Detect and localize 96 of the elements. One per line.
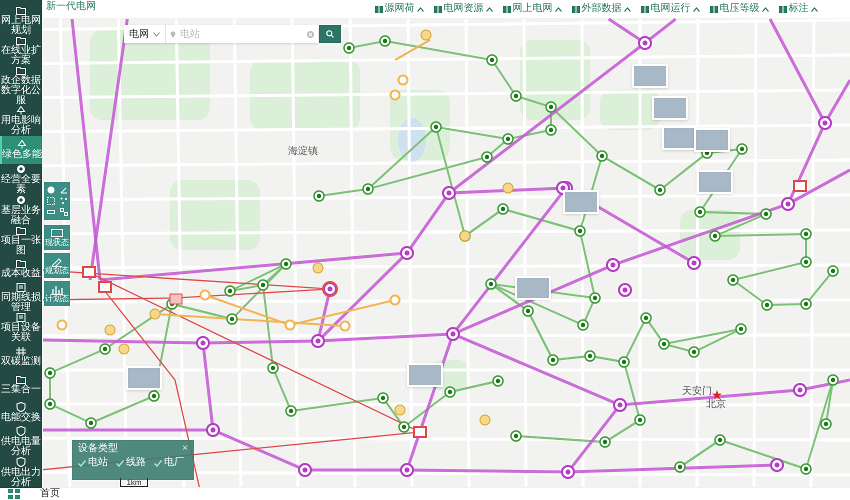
caret-icon (692, 6, 700, 12)
caret-icon (486, 6, 492, 12)
photo-placeholder[interactable] (632, 64, 668, 88)
book-icon (434, 6, 442, 12)
legend-checkbox[interactable]: 电站 (78, 458, 108, 468)
grid-icon[interactable] (8, 489, 20, 499)
sidebar-item[interactable]: 绿色多能 (0, 136, 42, 164)
photo-placeholder[interactable] (515, 276, 551, 300)
photo-placeholder[interactable] (407, 363, 443, 387)
scatter-icon[interactable] (60, 196, 68, 205)
caret-icon (416, 6, 424, 12)
photo-placeholder[interactable] (694, 128, 730, 152)
menu-button[interactable]: 电网资源 (434, 4, 492, 14)
photo-placeholder[interactable] (652, 96, 688, 120)
search-field[interactable]: 电站 (166, 25, 318, 43)
photo-placeholder[interactable] (697, 170, 733, 194)
book-icon (710, 6, 718, 12)
sidebar-item[interactable]: 供电出力分析 (0, 456, 42, 488)
menu-button[interactable]: 电压等级 (710, 4, 768, 14)
check-icon (154, 460, 162, 466)
sidebar-item[interactable]: 同期线损管理 (0, 283, 42, 314)
caret-icon (624, 6, 630, 12)
caret-icon (810, 6, 818, 12)
sidebar-item[interactable]: 经营全要素 (0, 164, 42, 195)
grid-icon[interactable] (60, 208, 68, 216)
list-icon (16, 283, 26, 292)
folder-icon (16, 374, 26, 384)
grid-icon (16, 346, 26, 356)
book-icon (374, 6, 382, 12)
caret-icon (554, 6, 562, 12)
legend-checkbox[interactable]: 线路 (116, 458, 146, 468)
book-icon (572, 6, 580, 12)
shield-icon (16, 402, 26, 412)
shield-icon (16, 456, 26, 467)
home-tab[interactable]: 首页 (40, 489, 60, 499)
list-icon (16, 313, 26, 322)
app-title: 新一代电网 (46, 2, 96, 12)
menu-button[interactable]: 网上电网 (502, 4, 562, 14)
check-icon (116, 460, 124, 466)
chevron-down-icon (153, 32, 160, 36)
tree-icon (16, 106, 26, 115)
sidebar-item[interactable]: 基层业务融合 (0, 194, 42, 226)
legend-checkbox[interactable]: 电厂 (154, 458, 184, 468)
map-label: 海淀镇 (288, 147, 318, 157)
legend-title: 设备类型 (78, 444, 118, 454)
book-icon (502, 6, 510, 12)
state-button[interactable]: 现状态 (44, 225, 70, 250)
pencil-icon (51, 256, 63, 266)
menu-button[interactable]: 标注 (778, 4, 818, 14)
sidebar-item[interactable]: 在线业扩方案 (0, 36, 42, 66)
sidebar-item[interactable]: 成本收益 (0, 256, 42, 284)
state-button[interactable]: 计划态 (44, 281, 70, 306)
menu-button[interactable]: 外部数据 (572, 4, 630, 14)
location-pin-icon (170, 30, 176, 38)
gear-icon (16, 194, 26, 205)
sidebar-item[interactable]: 项目设备关联 (0, 313, 42, 344)
caret-icon (762, 6, 768, 12)
sidebar-item[interactable]: 政企数据数字化公服 (0, 66, 42, 106)
folder-icon (16, 6, 26, 15)
pencil-icon[interactable] (60, 186, 68, 194)
sidebar-item[interactable]: 供电电量分析 (0, 426, 42, 457)
folder-icon (16, 259, 26, 268)
shield-icon (16, 426, 26, 436)
sidebar-item[interactable]: 三集合一 (0, 370, 42, 398)
tree-icon (17, 140, 27, 149)
state-button[interactable]: 规划态 (44, 253, 70, 278)
star-icon (712, 390, 722, 400)
photo-placeholder[interactable] (563, 190, 599, 214)
photo-placeholder[interactable] (662, 126, 698, 150)
globe-icon[interactable] (46, 186, 54, 194)
sidebar-item[interactable]: 双碳监测 (0, 343, 42, 371)
scale-bar: 1km (120, 478, 148, 487)
folder-icon (16, 226, 26, 235)
book-icon (640, 6, 648, 12)
map-label: 天安门 (682, 387, 712, 397)
map-label: 北京 (706, 400, 726, 410)
search-input[interactable]: 电站 (176, 26, 318, 42)
search-icon (326, 30, 334, 38)
sidebar-item[interactable]: 项目一张图 (0, 226, 42, 256)
select-icon[interactable] (46, 196, 54, 205)
bar-chart-icon (51, 284, 63, 294)
folder-icon (16, 66, 26, 75)
scope-dropdown[interactable]: 电网 (124, 25, 166, 43)
gear-icon (16, 164, 26, 174)
sidebar-item[interactable]: 电能交换 (0, 398, 42, 426)
menu-button[interactable]: 电网运行 (640, 4, 700, 14)
menu-button[interactable]: 源网荷 (374, 4, 424, 14)
photo-placeholder[interactable] (126, 366, 162, 390)
folder-icon (16, 36, 26, 45)
sidebar-item[interactable]: 网上电网规划 (0, 6, 42, 36)
search-button[interactable] (319, 25, 341, 43)
sidebar-item[interactable]: 用电影响分析 (0, 106, 42, 136)
book-icon (778, 6, 786, 12)
clear-icon[interactable] (307, 30, 314, 38)
monitor-icon (51, 228, 63, 238)
check-icon (78, 460, 86, 466)
